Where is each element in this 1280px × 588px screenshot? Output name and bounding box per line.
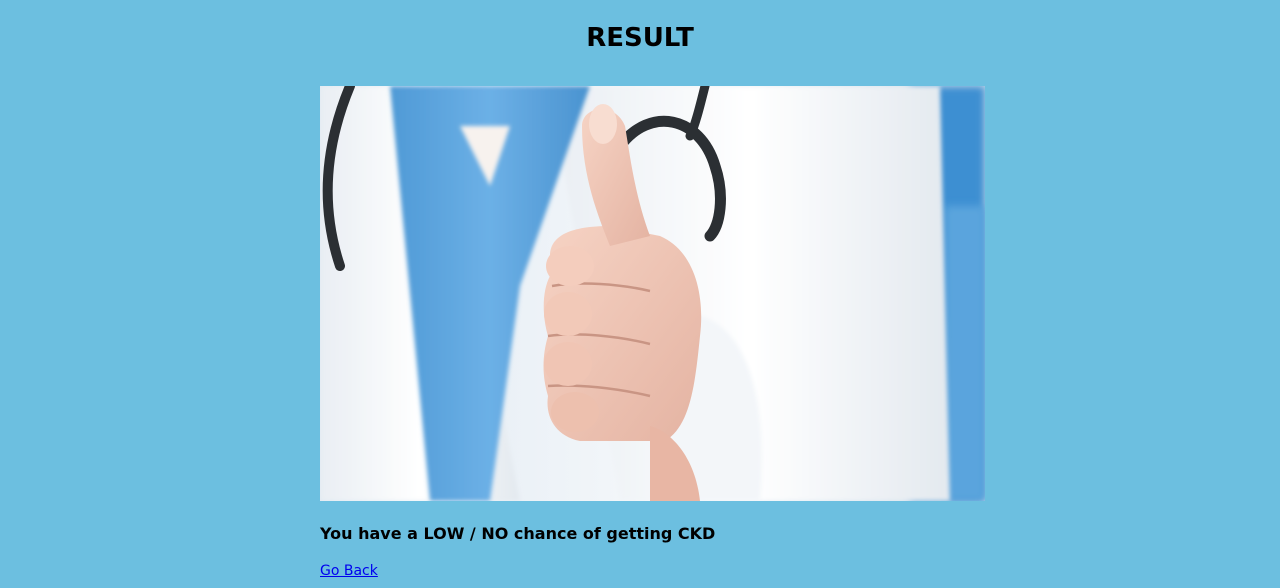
doctor-thumbs-up-image <box>320 86 985 501</box>
page-title: RESULT <box>586 23 694 53</box>
go-back-link[interactable]: Go Back <box>320 562 378 580</box>
result-message: You have a LOW / NO chance of getting CK… <box>320 524 716 543</box>
result-page: RESULT You have a LOW / NO chance of get… <box>0 0 1280 588</box>
